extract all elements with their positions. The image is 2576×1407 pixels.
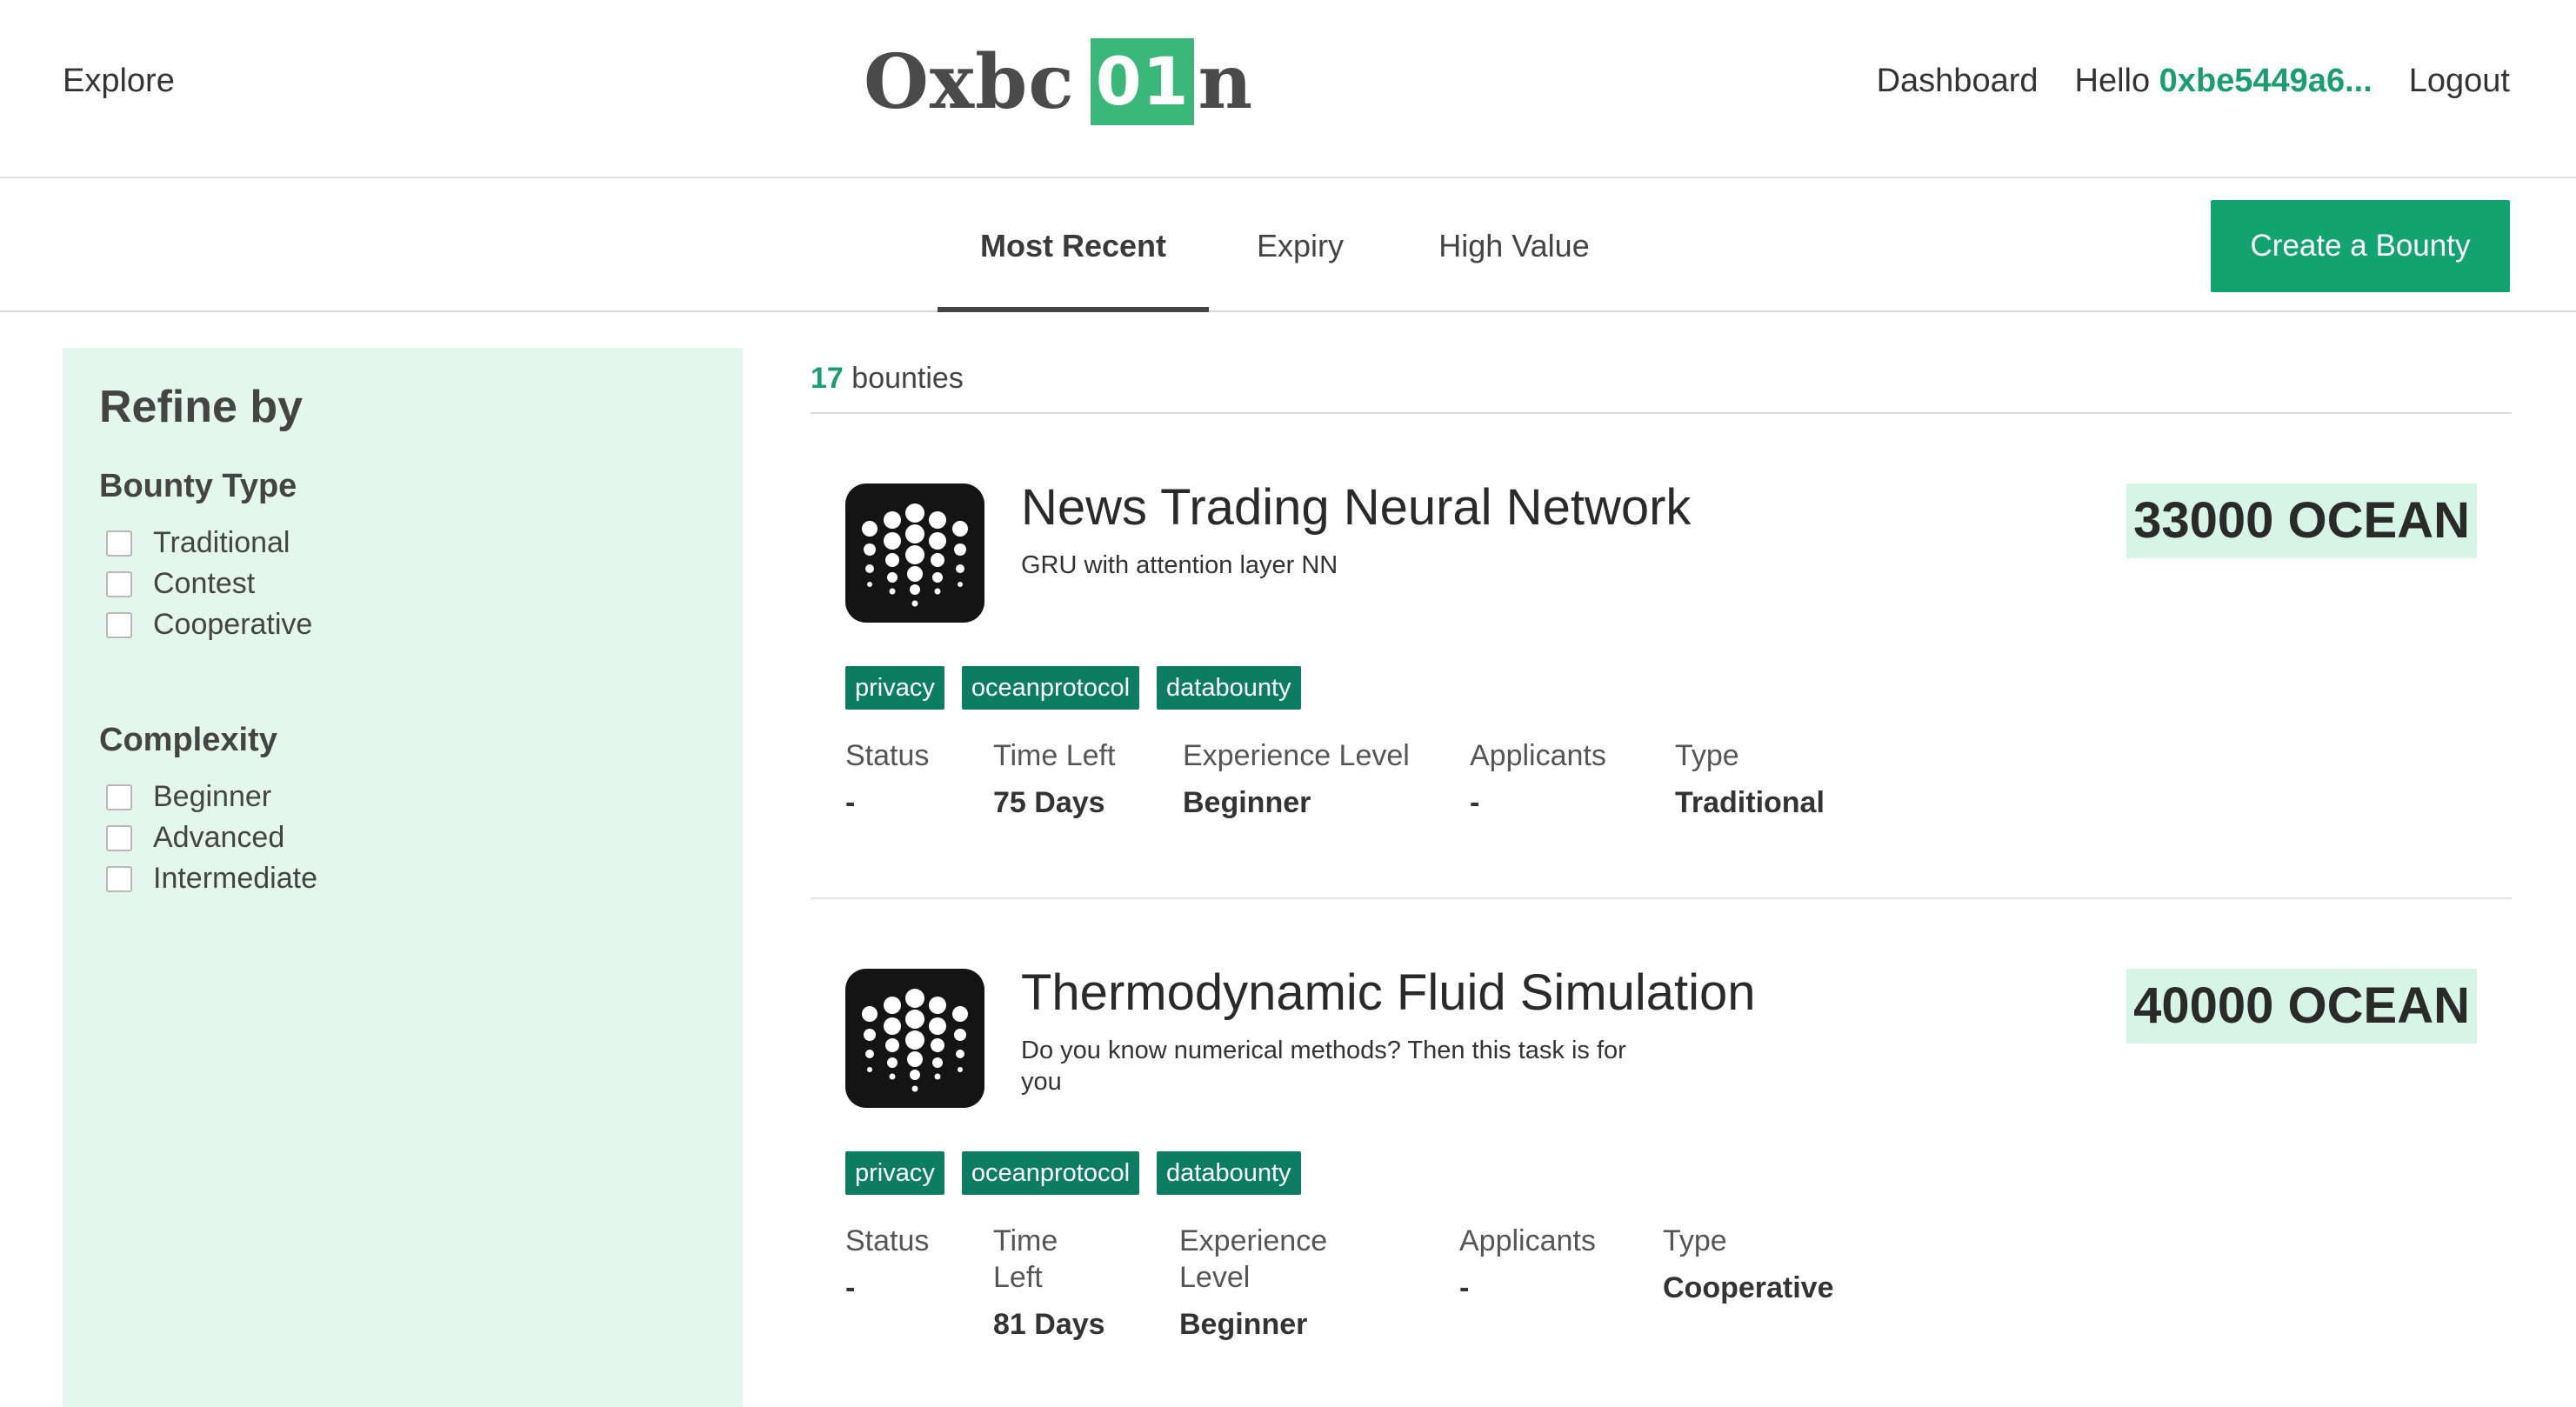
- meta-status: Status -: [845, 737, 993, 820]
- sort-tab-bar: Most Recent Expiry High Value Create a B…: [0, 180, 2576, 312]
- tab-expiry[interactable]: Expiry: [1209, 180, 1391, 312]
- bounty-tags: privacy oceanprotocol databounty: [845, 666, 1301, 710]
- sort-tabs: Most Recent Expiry High Value: [938, 180, 1637, 312]
- meta-experience: Experience Level Beginner: [1179, 1223, 1459, 1342]
- tab-most-recent[interactable]: Most Recent: [938, 180, 1209, 312]
- meta-label: Applicants: [1459, 1224, 1596, 1257]
- checkbox-icon[interactable]: [106, 865, 132, 892]
- bounty-card[interactable]: Thermodynamic Fluid Simulation Do you kn…: [811, 899, 2512, 1384]
- meta-value: Traditional: [1675, 786, 1825, 819]
- nav-dashboard-link[interactable]: Dashboard: [1877, 63, 2039, 100]
- meta-label: Applicants: [1470, 739, 1606, 772]
- bounty-meta: Status - Time Left 75 Days Experience Le…: [845, 737, 1936, 820]
- filter-option-label: Traditional: [153, 526, 290, 559]
- meta-label: Type: [1663, 1224, 1727, 1257]
- meta-type: Type Cooperative: [1663, 1223, 1924, 1342]
- filter-option-traditional[interactable]: Traditional: [99, 523, 706, 563]
- results-count: 17 bounties: [811, 348, 2512, 414]
- meta-label: Time Left: [993, 739, 1116, 772]
- filter-option-label: Beginner: [153, 780, 272, 813]
- meta-label: Status: [845, 739, 930, 772]
- bounty-description: GRU with attention layer NN: [1021, 551, 1338, 579]
- meta-value: Beginner: [1183, 786, 1311, 819]
- filter-option-label: Intermediate: [153, 862, 317, 895]
- meta-value: 81 Days: [993, 1308, 1105, 1341]
- tag-databounty[interactable]: databounty: [1157, 666, 1301, 710]
- logo-badge: 01: [1090, 38, 1195, 125]
- tag-privacy[interactable]: privacy: [845, 666, 944, 710]
- logo-text-suffix: n: [1198, 37, 1253, 126]
- checkbox-icon[interactable]: [106, 784, 132, 810]
- bounty-meta: Status - Time Left 81 Days Experience Le…: [845, 1223, 1924, 1342]
- logo-text-prefix: Oxbc: [864, 37, 1075, 126]
- bounty-reward: 33000 OCEAN: [2126, 483, 2477, 558]
- meta-value: Cooperative: [1663, 1271, 1834, 1304]
- filter-list-complexity: Beginner Advanced Intermediate: [99, 777, 706, 899]
- tag-oceanprotocol[interactable]: oceanprotocol: [961, 1151, 1140, 1195]
- user-greeting: Hello 0xbe5449a6...: [2075, 63, 2372, 100]
- meta-label: Experience Level: [1179, 1224, 1328, 1294]
- results-count-label: bounties: [851, 362, 964, 395]
- bounty-description: Do you know numerical methods? Then this…: [1021, 1037, 1626, 1096]
- meta-value: Beginner: [1179, 1308, 1308, 1341]
- logout-link[interactable]: Logout: [2409, 63, 2510, 100]
- meta-value: -: [845, 1271, 856, 1304]
- filter-option-label: Contest: [153, 567, 256, 600]
- top-header: Explore Oxbc 01 n Dashboard Hello 0xbe54…: [0, 0, 2576, 178]
- bounty-list: 17 bounties News Trading Neural Network …: [811, 348, 2512, 1384]
- meta-label: Experience Level: [1183, 739, 1410, 772]
- meta-value: -: [1459, 1271, 1470, 1304]
- checkbox-icon[interactable]: [106, 824, 132, 851]
- meta-type: Type Traditional: [1675, 737, 1936, 820]
- filter-option-beginner[interactable]: Beginner: [99, 777, 706, 817]
- create-bounty-button[interactable]: Create a Bounty: [2211, 200, 2510, 292]
- filter-option-advanced[interactable]: Advanced: [99, 817, 706, 858]
- site-logo[interactable]: Oxbc 01 n: [864, 37, 1253, 127]
- bounty-card[interactable]: News Trading Neural Network GRU with att…: [811, 414, 2512, 899]
- filter-heading-bounty-type: Bounty Type: [99, 468, 297, 504]
- meta-applicants: Applicants -: [1459, 1223, 1663, 1342]
- bounty-reward: 40000 OCEAN: [2126, 969, 2477, 1044]
- filter-heading-complexity: Complexity: [99, 722, 277, 758]
- filter-option-label: Cooperative: [153, 608, 313, 641]
- tag-oceanprotocol[interactable]: oceanprotocol: [961, 666, 1140, 710]
- meta-value: -: [1470, 786, 1480, 819]
- sidebar-title: Refine by: [99, 382, 304, 432]
- meta-status: Status -: [845, 1223, 993, 1342]
- meta-label: Type: [1675, 739, 1739, 772]
- bounty-title[interactable]: News Trading Neural Network: [1021, 478, 1691, 537]
- meta-label: Status: [845, 1224, 930, 1257]
- filter-sidebar: Refine by Bounty Type Traditional Contes…: [63, 348, 743, 1407]
- tag-databounty[interactable]: databounty: [1157, 1151, 1301, 1195]
- filter-option-intermediate[interactable]: Intermediate: [99, 858, 706, 899]
- meta-value: -: [845, 786, 856, 819]
- nav-explore-link[interactable]: Explore: [63, 63, 175, 100]
- ocean-protocol-logo-icon: [845, 969, 984, 1108]
- filter-list-bounty-type: Traditional Contest Cooperative: [99, 523, 706, 645]
- filter-option-contest[interactable]: Contest: [99, 563, 706, 604]
- checkbox-icon[interactable]: [106, 611, 132, 638]
- greeting-text: Hello: [2074, 63, 2151, 99]
- filter-option-label: Advanced: [153, 821, 285, 854]
- meta-applicants: Applicants -: [1470, 737, 1675, 820]
- checkbox-icon[interactable]: [106, 530, 132, 557]
- ocean-protocol-logo-icon: [845, 483, 984, 623]
- header-user-nav: Dashboard Hello 0xbe5449a6... Logout: [1877, 63, 2510, 100]
- meta-label: Time Left: [993, 1224, 1058, 1294]
- wallet-address[interactable]: 0xbe5449a6...: [2159, 63, 2372, 99]
- meta-time-left: Time Left 81 Days: [993, 1223, 1179, 1342]
- bounty-title[interactable]: Thermodynamic Fluid Simulation: [1021, 964, 1756, 1022]
- meta-value: 75 Days: [993, 786, 1105, 819]
- meta-experience: Experience Level Beginner: [1183, 737, 1470, 820]
- checkbox-icon[interactable]: [106, 570, 132, 597]
- bounty-tags: privacy oceanprotocol databounty: [845, 1151, 1301, 1195]
- tag-privacy[interactable]: privacy: [845, 1151, 944, 1195]
- filter-option-cooperative[interactable]: Cooperative: [99, 604, 706, 645]
- results-count-number: 17: [811, 362, 844, 395]
- meta-time-left: Time Left 75 Days: [993, 737, 1183, 820]
- tab-high-value[interactable]: High Value: [1391, 180, 1637, 312]
